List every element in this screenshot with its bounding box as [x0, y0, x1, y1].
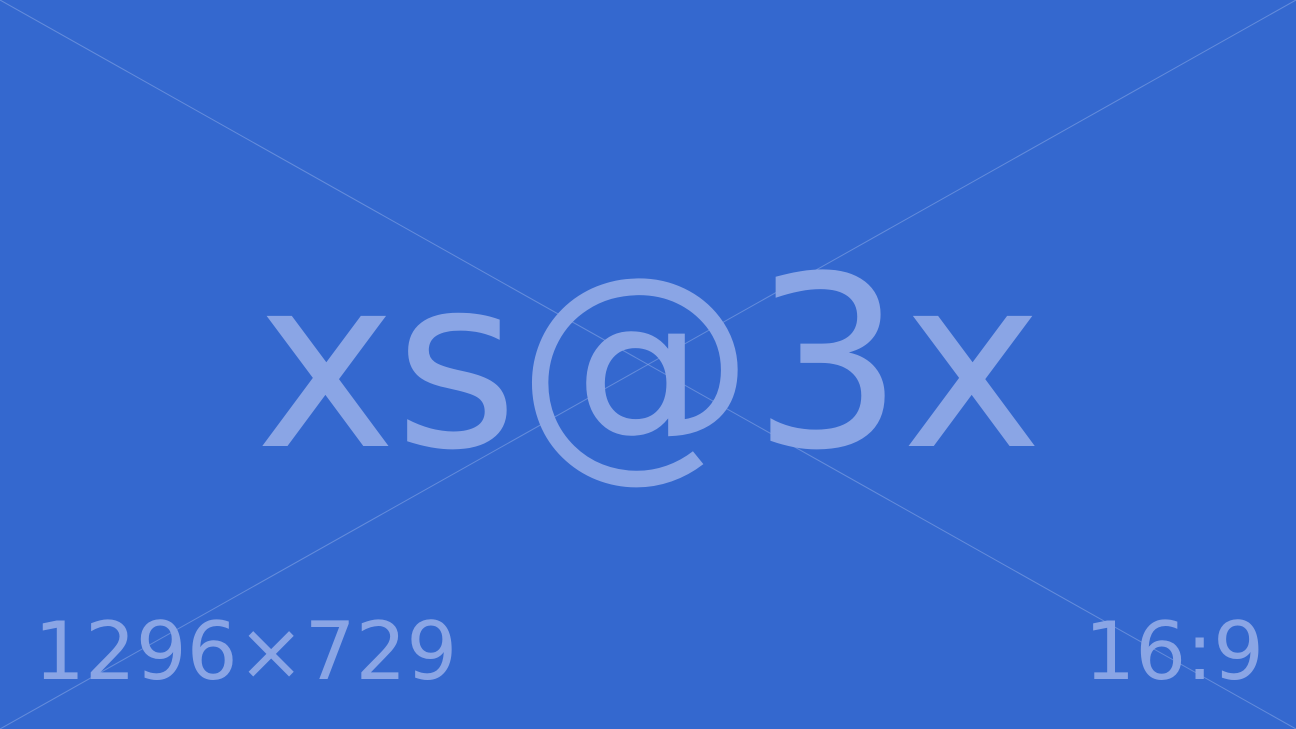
- placeholder-canvas: xs@3x 1296×729 16:9: [0, 0, 1296, 729]
- aspect-ratio-label: 16:9: [1084, 605, 1264, 698]
- dimensions-label: 1296×729: [34, 605, 458, 698]
- placeholder-size-label: xs@3x: [255, 226, 1042, 503]
